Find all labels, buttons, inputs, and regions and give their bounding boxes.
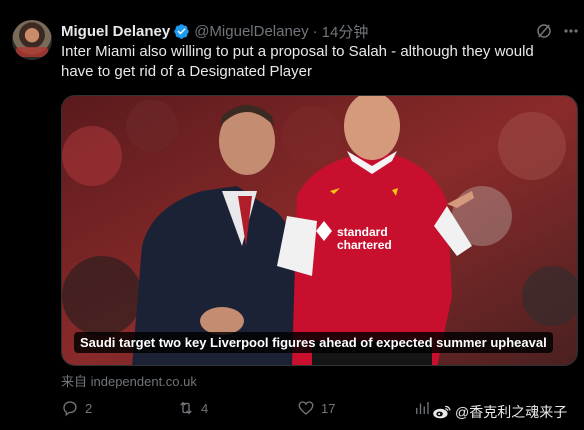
weibo-icon (433, 405, 451, 419)
repost-icon (180, 401, 192, 415)
weibo-watermark: @香克利之魂来子 (432, 402, 567, 422)
watermark-text: @香克利之魂来子 (455, 404, 568, 420)
author-handle[interactable]: @MiguelDelaney (194, 23, 308, 40)
author-name[interactable]: Miguel Delaney (61, 23, 170, 40)
tweet-time[interactable]: 14分钟 (322, 21, 369, 42)
reply-button[interactable]: 2 (61, 399, 92, 417)
svg-text:standard: standard (337, 225, 388, 239)
like-count: 17 (321, 400, 336, 416)
author-avatar[interactable] (12, 20, 52, 60)
verified-badge-icon (174, 23, 189, 39)
tweet-text: Inter Miami also willing to put a propos… (61, 43, 534, 80)
grok-icon[interactable] (535, 22, 553, 40)
svg-text:chartered: chartered (337, 238, 392, 252)
media-caption: Saudi target two key Liverpool figures a… (74, 332, 553, 353)
tweet-media-image[interactable]: standard chartered Saudi target two key … (61, 95, 578, 366)
repost-count: 4 (201, 400, 209, 416)
tweet-header: Miguel Delaney @MiguelDelaney · 14分钟 (61, 21, 368, 41)
source-link[interactable]: 来自 independent.co.uk (61, 371, 197, 390)
reply-icon (63, 401, 77, 417)
photo-illustration: standard chartered (62, 96, 577, 365)
more-icon[interactable] (563, 22, 579, 40)
repost-button[interactable]: 4 (177, 399, 208, 417)
reply-count: 2 (85, 400, 93, 416)
like-button[interactable]: 17 (297, 399, 335, 417)
separator: · (312, 22, 318, 40)
views-icon (416, 402, 429, 414)
like-icon (298, 401, 314, 415)
